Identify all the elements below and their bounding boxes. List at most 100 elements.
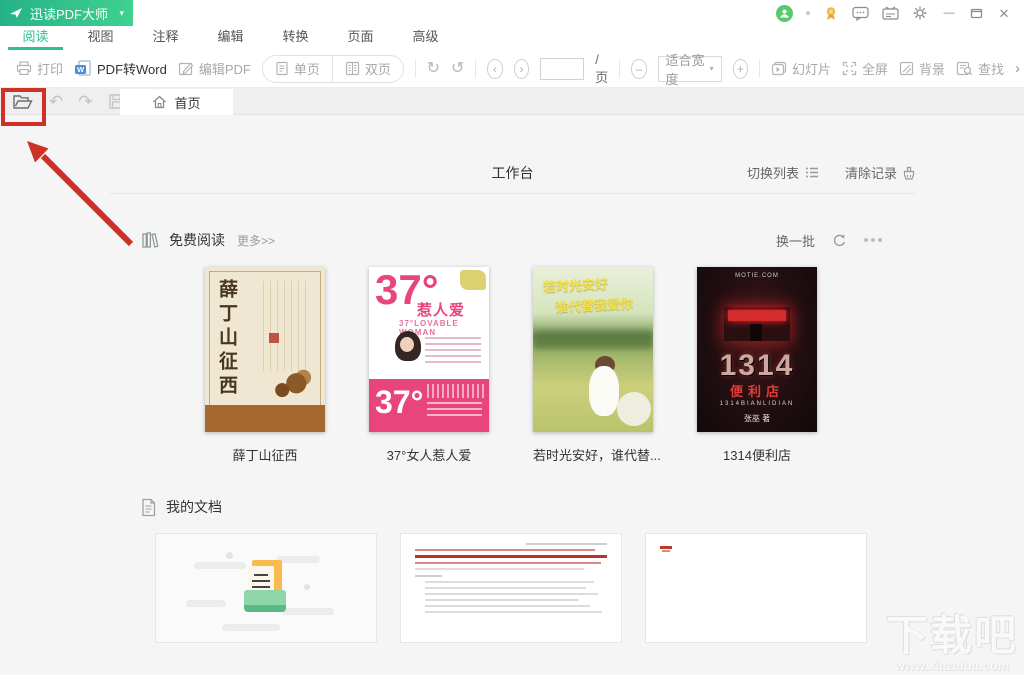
double-page-label: 双页 xyxy=(365,59,391,78)
book1-cover-title: 薛丁山征西 xyxy=(213,279,240,399)
toolbar-overflow-button[interactable]: › xyxy=(1015,60,1020,77)
toolbar-separator xyxy=(759,60,760,78)
background-icon xyxy=(899,61,914,76)
menu-tab-edit[interactable]: 编辑 xyxy=(198,26,263,50)
book-caption: 37°女人惹人爱 xyxy=(369,445,489,464)
chevron-down-icon: ▾ xyxy=(710,64,714,73)
print-button[interactable]: 打印 xyxy=(16,59,63,78)
umbrella-illustration xyxy=(617,392,651,426)
next-page-button[interactable]: › xyxy=(514,59,530,79)
page-number-input[interactable] xyxy=(540,58,584,80)
free-reading-more-link[interactable]: 更多>> xyxy=(237,232,275,249)
single-page-label: 单页 xyxy=(294,59,320,78)
find-icon xyxy=(956,61,973,76)
watermark: 下载吧 www.xiazaiba.com xyxy=(886,614,1018,673)
book-cover-shiguang[interactable]: 若时光安好 谁代替我爱你 xyxy=(533,267,653,432)
free-reading-books: 薛丁山征西 薛丁山征西 37° 惹人爱 37°LOVABLE WOMAN 37° xyxy=(205,267,817,464)
menu-tab-convert[interactable]: 转换 xyxy=(263,26,328,50)
double-page-icon xyxy=(345,61,360,76)
zoom-mode-select[interactable]: 适合宽度 ▾ xyxy=(658,56,722,82)
background-label: 背景 xyxy=(919,59,945,78)
zoom-in-button[interactable]: + xyxy=(733,59,749,79)
clear-records-label: 清除记录 xyxy=(845,163,897,182)
book-card[interactable]: 薛丁山征西 薛丁山征西 xyxy=(205,267,325,464)
document-icon xyxy=(140,498,157,517)
slideshow-label: 幻灯片 xyxy=(792,59,831,78)
free-reading-header: 免费阅读 更多>> 换一批 xyxy=(140,228,882,252)
toolbar-separator xyxy=(475,60,476,78)
home-tab-label: 首页 xyxy=(174,93,200,112)
toolbar-separator xyxy=(619,60,620,78)
zoom-out-button[interactable]: – xyxy=(631,59,647,79)
book-card[interactable]: 37° 惹人爱 37°LOVABLE WOMAN 37° 37°女人惹人爱 xyxy=(369,267,489,464)
document-thumbnail-empty[interactable] xyxy=(155,533,377,643)
find-button[interactable]: 查找 xyxy=(956,59,1004,78)
folder-illustration xyxy=(244,590,286,612)
change-batch-button[interactable]: 换一批 xyxy=(776,231,815,250)
undo-icon[interactable]: ↶ xyxy=(49,93,63,110)
book-cover-37-woman[interactable]: 37° 惹人爱 37°LOVABLE WOMAN 37° xyxy=(369,267,489,432)
workbench-actions: 切换列表 清除记录 xyxy=(747,163,915,182)
message-icon[interactable] xyxy=(852,6,869,21)
annotation-highlight-box xyxy=(1,88,46,126)
rotate-clockwise-icon[interactable]: ↻ xyxy=(427,61,440,77)
book4-publisher-logo: MOTIE.COM xyxy=(735,273,779,279)
watermark-url: www.xiazaiba.com xyxy=(886,658,1018,673)
document-thumbnail-text[interactable] xyxy=(400,533,622,643)
slideshow-button[interactable]: 幻灯片 xyxy=(771,59,831,78)
double-page-button[interactable]: 双页 xyxy=(333,59,403,78)
single-page-button[interactable]: 单页 xyxy=(263,59,332,78)
app-brand[interactable]: 迅读PDF大师 ▾ xyxy=(0,0,133,26)
my-documents-title: 我的文档 xyxy=(166,497,222,517)
edit-pdf-button[interactable]: 编辑PDF xyxy=(178,59,251,78)
menu-tab-page[interactable]: 页面 xyxy=(328,26,393,50)
book-caption: 若时光安好，谁代替... xyxy=(533,445,653,464)
user-avatar-icon[interactable] xyxy=(776,5,793,22)
prev-page-button[interactable]: ‹ xyxy=(487,59,503,79)
page-layout-group: 单页 双页 xyxy=(262,55,404,83)
close-button[interactable]: × xyxy=(996,5,1012,22)
more-options-icon[interactable] xyxy=(864,238,882,242)
menu-tab-read[interactable]: 阅读 xyxy=(3,26,68,50)
vip-medal-icon[interactable] xyxy=(823,5,839,21)
printer-icon xyxy=(16,61,32,76)
notification-dot xyxy=(806,11,810,15)
feedback-icon[interactable] xyxy=(882,6,899,21)
single-page-icon xyxy=(275,61,289,76)
watermark-title: 下载吧 xyxy=(886,614,1018,658)
clear-records-button[interactable]: 清除记录 xyxy=(845,163,915,182)
maximize-button[interactable] xyxy=(970,7,983,19)
pdf-to-word-button[interactable]: W PDF转Word xyxy=(74,59,167,78)
book-caption: 1314便利店 xyxy=(697,445,817,464)
my-documents-header: 我的文档 xyxy=(140,497,222,517)
titlebar-icons: — × xyxy=(776,5,1024,22)
home-tab[interactable]: 首页 xyxy=(120,89,233,115)
book3-line2: 谁代替我爱你 xyxy=(555,293,634,316)
rotate-counterclockwise-icon[interactable]: ↺ xyxy=(451,61,464,77)
background-button[interactable]: 背景 xyxy=(899,59,945,78)
menu-tab-view[interactable]: 视图 xyxy=(68,26,133,50)
book-cover-xuedingshan[interactable]: 薛丁山征西 xyxy=(205,267,325,432)
settings-gear-icon[interactable] xyxy=(912,5,928,21)
zoom-mode-value: 适合宽度 xyxy=(666,50,710,88)
document-thumbnail-blank[interactable] xyxy=(645,533,867,643)
edit-pdf-label: 编辑PDF xyxy=(199,59,251,78)
menu-tab-annotate[interactable]: 注释 xyxy=(133,26,198,50)
book4-author: 张巫 著 xyxy=(697,413,817,424)
book-card[interactable]: 若时光安好 谁代替我爱你 若时光安好，谁代替... xyxy=(533,267,653,464)
minimize-button[interactable]: — xyxy=(941,8,957,19)
menu-tab-advanced[interactable]: 高级 xyxy=(393,26,458,50)
workbench-title: 工作台 xyxy=(492,163,534,183)
rider-illustration xyxy=(269,368,313,402)
book-card[interactable]: MOTIE.COM 1314 便利店 1314BIANLIDIAN 张巫 著 1… xyxy=(697,267,817,464)
menu-bar: 阅读 视图 注释 编辑 转换 页面 高级 xyxy=(0,26,1024,50)
fullscreen-button[interactable]: 全屏 xyxy=(842,59,888,78)
switch-list-button[interactable]: 切换列表 xyxy=(747,163,819,182)
book4-number: 1314 xyxy=(697,349,817,383)
chevron-down-icon[interactable]: ▾ xyxy=(119,8,124,19)
book-cover-1314[interactable]: MOTIE.COM 1314 便利店 1314BIANLIDIAN 张巫 著 xyxy=(697,267,817,432)
refresh-icon[interactable] xyxy=(832,233,847,248)
find-label: 查找 xyxy=(978,59,1004,78)
redo-icon[interactable]: ↷ xyxy=(78,93,92,110)
word-doc-icon: W xyxy=(74,60,92,77)
